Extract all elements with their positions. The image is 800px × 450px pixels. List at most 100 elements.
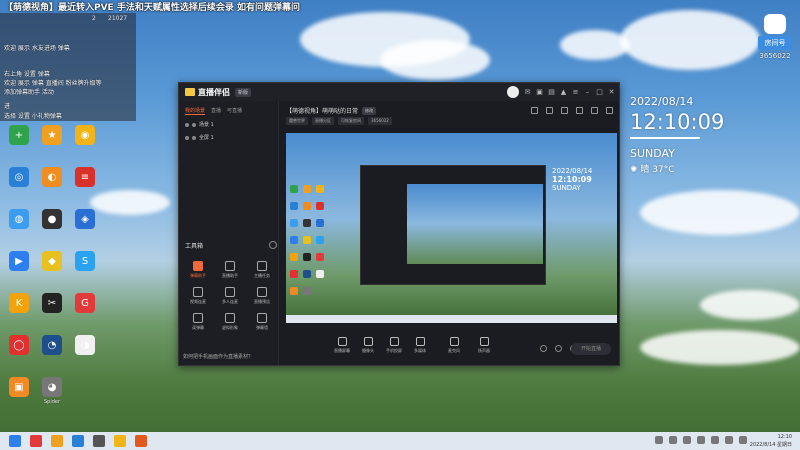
sun-icon: ✺ [630, 165, 638, 175]
phone-cast-button[interactable]: 手机投屏 [380, 337, 408, 354]
taskbar-app-icon[interactable] [72, 435, 84, 447]
preview-clock-time: 12:10:09 [552, 175, 592, 184]
taskbar-app-icon[interactable] [51, 435, 63, 447]
tray-icon[interactable] [669, 436, 677, 444]
tool-item[interactable]: 读弹幕 [183, 313, 213, 339]
tool-item[interactable]: 直播预告 [247, 287, 277, 313]
desktop-icon[interactable]: ◔ [37, 335, 67, 371]
tray-icon[interactable] [711, 436, 719, 444]
tool-icon [193, 261, 203, 271]
desktop-icon[interactable]: G [70, 293, 100, 329]
tray-icon[interactable] [683, 436, 691, 444]
menu-icon[interactable]: ≡ [572, 88, 579, 96]
desktop-icon[interactable]: ◐ [37, 167, 67, 203]
tray-icon[interactable] [739, 436, 747, 444]
start-menu-icon[interactable] [9, 435, 21, 447]
shirt-icon[interactable]: ▲ [560, 88, 567, 96]
eye-icon[interactable] [185, 122, 189, 127]
desktop-icon[interactable]: ▣ [4, 377, 34, 413]
help-tip-link[interactable]: 如何把手机画面作为直播素材？ [183, 353, 253, 360]
desktop-icon[interactable]: ◍ [4, 209, 34, 245]
scene-item[interactable]: 全屏 1 [179, 128, 278, 141]
clock-date: 2022/08/14 [630, 95, 694, 108]
desktop-icon[interactable]: ◎ [4, 167, 34, 203]
lock-icon[interactable] [192, 135, 196, 140]
tool-icon [225, 287, 235, 297]
desktop-icon[interactable]: ▶ [4, 251, 34, 287]
taskbar-app-icon[interactable] [30, 435, 42, 447]
desktop-icon[interactable]: ≡ [70, 167, 100, 203]
app-icon: ◎ [9, 167, 29, 187]
desktop-icon[interactable]: ◕ Spider [37, 377, 67, 413]
tool-item[interactable]: 主播任务 [247, 261, 277, 287]
live-companion-window[interactable]: 直播伴侣 新版 ✉ ▣ ▤ ▲ ≡ – □ ✕ 我的场景 直播 可直播 场景 1… [178, 82, 620, 366]
desktop-icon[interactable]: ✂ [37, 293, 67, 329]
user-avatar[interactable] [507, 86, 519, 98]
room-tag[interactable]: 直播分区 [312, 117, 334, 125]
minimize-icon[interactable]: – [584, 88, 591, 96]
desktop-icon[interactable]: K [4, 293, 34, 329]
settings-icon[interactable] [606, 107, 613, 114]
tab-live[interactable]: 直播 [211, 107, 221, 115]
tool-label: 弹幕助手 [190, 273, 206, 278]
lock-icon[interactable] [546, 107, 553, 114]
desktop-icon[interactable]: ◉ [70, 125, 100, 161]
tool-item[interactable]: 直播助手 [215, 261, 245, 287]
tray-icon[interactable] [655, 436, 663, 444]
tray-icon[interactable] [697, 436, 705, 444]
media-button[interactable]: 多媒体 [406, 337, 434, 354]
room-tag[interactable]: 魔兽世界 [286, 117, 308, 125]
desktop-icon[interactable]: S [70, 251, 100, 287]
tool-item[interactable]: 弹幕墙 [247, 313, 277, 339]
app-titlebar[interactable]: 直播伴侣 新版 ✉ ▣ ▤ ▲ ≡ – □ ✕ [179, 83, 619, 101]
mail-icon[interactable]: ✉ [524, 88, 531, 96]
tool-item[interactable]: 虚拟形象 [215, 313, 245, 339]
tray-icon[interactable] [725, 436, 733, 444]
stream-preview[interactable]: 2022/08/14 12:10:09 SUNDAY [286, 133, 617, 323]
grid-icon[interactable] [561, 107, 568, 114]
record-icon[interactable] [540, 345, 547, 352]
tab-my-scenes[interactable]: 我的场景 [185, 107, 206, 115]
scene-item[interactable]: 场景 1 [179, 115, 278, 128]
taskbar-clock[interactable]: 12:10 2022/8/14 星期日 [750, 433, 792, 449]
tab-available[interactable]: 可直播 [227, 107, 242, 115]
start-live-button[interactable]: 开始直播 [571, 343, 611, 355]
desktop-icon[interactable]: + [4, 125, 34, 161]
screen-capture-button[interactable]: 直播屏幕 [328, 337, 356, 354]
main-stage: 【萌德视角】萌萌哒的日常 修改 魔兽世界 直播分区 可恢复房间 3656022 … [280, 101, 619, 365]
close-icon[interactable]: ✕ [608, 88, 615, 96]
lock-icon[interactable] [192, 122, 196, 127]
edit-room-button[interactable]: 修改 [362, 106, 377, 115]
desktop-icon[interactable]: ◑ [70, 335, 100, 371]
tool-label: 虚拟形象 [222, 325, 238, 330]
preview-app-icon [290, 236, 298, 244]
microphone-button[interactable]: 麦克风 [440, 337, 468, 354]
mascot-icon [764, 14, 786, 34]
share-icon[interactable] [531, 107, 538, 114]
shop-icon[interactable]: ▤ [548, 88, 555, 96]
preview-app-icon [316, 270, 324, 278]
desktop-icon[interactable]: ◯ [4, 335, 34, 371]
speaker-button[interactable]: 扬声器 [470, 337, 498, 354]
desktop-icon[interactable]: ◈ [70, 209, 100, 245]
desktop-icon[interactable]: ● [37, 209, 67, 245]
eye-icon[interactable] [185, 135, 189, 140]
clock-divider [630, 137, 700, 139]
taskbar-app-icon[interactable] [93, 435, 105, 447]
tool-item[interactable]: 多人连麦 [215, 287, 245, 313]
tool-item[interactable]: 弹幕助手 [183, 261, 213, 287]
camera-button[interactable]: 摄像头 [354, 337, 382, 354]
taskbar-app-icon[interactable] [114, 435, 126, 447]
eye-icon[interactable] [555, 345, 562, 352]
bell-icon[interactable] [591, 107, 598, 114]
toolbox-settings-icon[interactable] [269, 241, 277, 249]
taskbar-live-app-icon[interactable] [135, 435, 147, 447]
preview-app-icon [303, 253, 311, 261]
desktop-icon[interactable]: ★ [37, 125, 67, 161]
mail-icon[interactable] [576, 107, 583, 114]
maximize-icon[interactable]: □ [596, 88, 603, 96]
tool-item[interactable]: 视频连麦 [183, 287, 213, 313]
gift-icon[interactable]: ▣ [536, 88, 543, 96]
desktop-icon[interactable]: ◆ [37, 251, 67, 287]
version-badge[interactable]: 新版 [235, 87, 252, 97]
